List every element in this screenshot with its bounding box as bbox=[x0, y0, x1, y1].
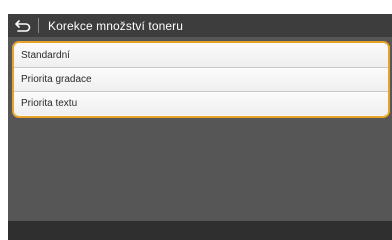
option-gradation-priority[interactable]: Priorita gradace bbox=[14, 67, 388, 91]
content-area: Standardní Priorita gradace Priorita tex… bbox=[8, 37, 392, 221]
option-label: Priorita gradace bbox=[21, 74, 92, 85]
option-text-priority[interactable]: Priorita textu bbox=[14, 91, 388, 115]
back-button[interactable] bbox=[8, 14, 38, 37]
option-standard[interactable]: Standardní bbox=[14, 43, 388, 67]
device-screen: Korekce množství toneru Standardní Prior… bbox=[8, 14, 392, 240]
title-separator bbox=[38, 18, 39, 33]
option-label: Priorita textu bbox=[21, 98, 78, 109]
option-label: Standardní bbox=[21, 49, 70, 61]
back-arrow-icon bbox=[15, 19, 31, 32]
page-title: Korekce množství toneru bbox=[48, 18, 184, 33]
options-list: Standardní Priorita gradace Priorita tex… bbox=[12, 41, 390, 118]
bottom-bar bbox=[8, 221, 392, 240]
title-bar: Korekce množství toneru bbox=[8, 14, 392, 37]
